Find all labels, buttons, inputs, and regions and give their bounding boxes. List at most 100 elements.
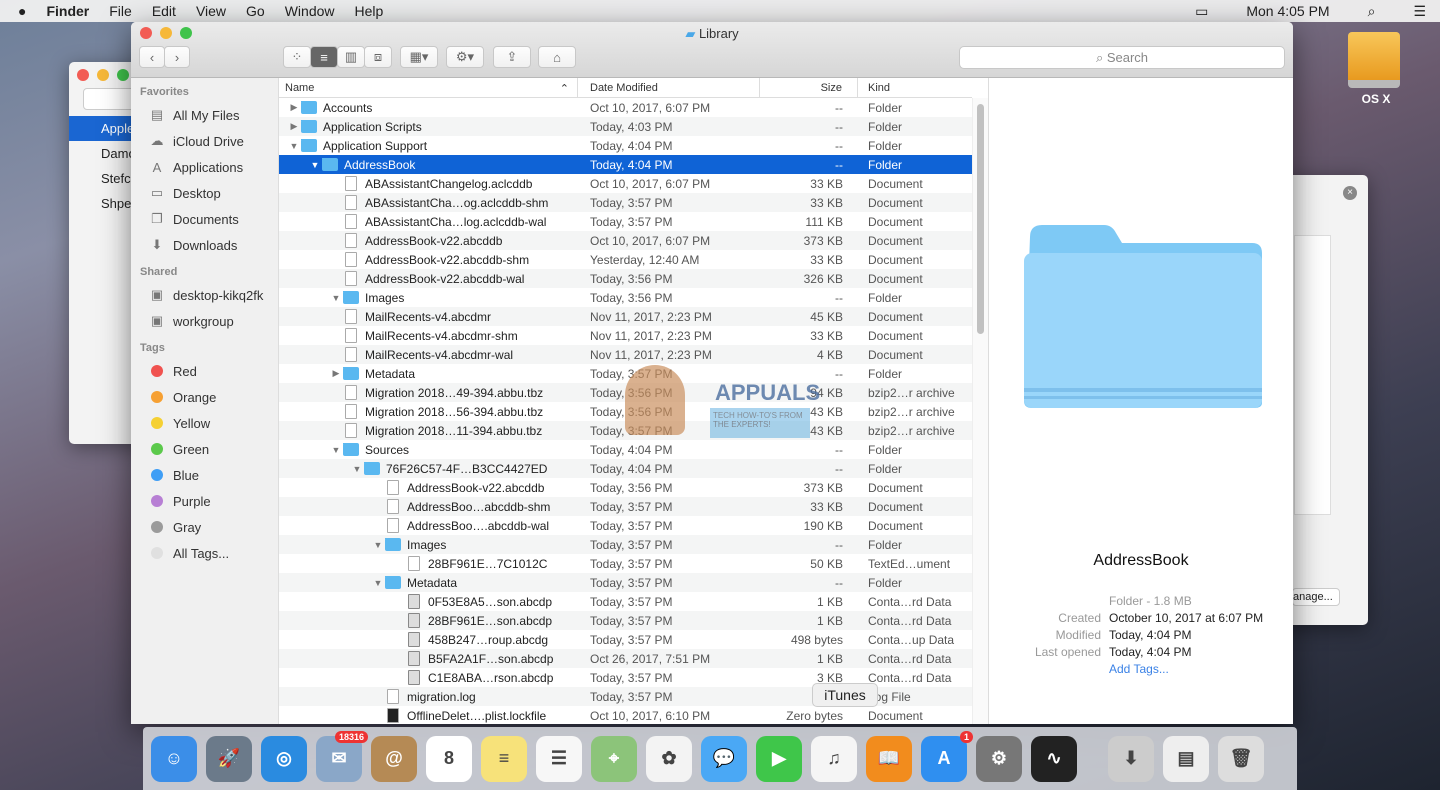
disclosure-triangle-icon[interactable]: ▼ [371,578,385,588]
column-date[interactable]: Date Modified [578,78,760,97]
table-row[interactable]: ABAssistantCha…log.aclcddb-walToday, 3:5… [279,212,972,231]
dock-mail[interactable]: ✉18316 [316,736,362,782]
table-row[interactable]: 0F53E8A5…son.abcdpToday, 3:57 PM1 KBCont… [279,592,972,611]
dock-trash[interactable]: 🗑 [1218,736,1264,782]
action-gear-button[interactable]: ⚙▾ [446,46,484,68]
dock-facetime[interactable]: ▶ [756,736,802,782]
table-row[interactable]: B5FA2A1F…son.abcdpOct 26, 2017, 7:51 PM1… [279,649,972,668]
dock-finder[interactable]: ☺ [151,736,197,782]
menu-finder[interactable]: Finder [46,3,89,19]
table-row[interactable]: ▼ImagesToday, 3:56 PM--Folder [279,288,972,307]
add-tags-link[interactable]: Add Tags... [1109,662,1169,679]
menu-file[interactable]: File [109,3,132,19]
table-row[interactable]: AddressBook-v22.abcddb-shmYesterday, 12:… [279,250,972,269]
arrange-button[interactable]: ▦▾ [400,46,438,68]
dock-messages[interactable]: 💬 [701,736,747,782]
coverflow-view-button[interactable]: ⧈ [364,46,392,68]
sidebar-item[interactable]: Orange [131,384,278,410]
disclosure-triangle-icon[interactable]: ▼ [371,540,385,550]
table-row[interactable]: ▼SourcesToday, 4:04 PM--Folder [279,440,972,459]
dock-launchpad[interactable]: 🚀 [206,736,252,782]
table-row[interactable]: 28BF961E…7C1012CToday, 3:57 PM50 KBTextE… [279,554,972,573]
disclosure-triangle-icon[interactable]: ▼ [308,160,322,170]
dock-photos[interactable]: ✿ [646,736,692,782]
table-row[interactable]: 458B247…roup.abcdgToday, 3:57 PM498 byte… [279,630,972,649]
airplay-icon[interactable]: ▭ [1195,3,1208,20]
sidebar-item[interactable]: Red [131,358,278,384]
disclosure-triangle-icon[interactable]: ▼ [329,293,343,303]
spotlight-icon[interactable]: ⌕ [1368,3,1376,20]
menu-help[interactable]: Help [355,3,384,19]
dock-activity-monitor[interactable]: ∿ [1031,736,1077,782]
table-row[interactable]: 28BF961E…son.abcdpToday, 3:57 PM1 KBCont… [279,611,972,630]
table-row[interactable]: MailRecents-v4.abcdmrNov 11, 2017, 2:23 … [279,307,972,326]
sidebar-item[interactable]: Yellow [131,410,278,436]
table-row[interactable]: ▶AccountsOct 10, 2017, 6:07 PM--Folder [279,98,972,117]
table-row[interactable]: AddressBoo…abcddb-shmToday, 3:57 PM33 KB… [279,497,972,516]
column-name[interactable]: Name⌃ [279,78,578,97]
table-row[interactable]: ▼ImagesToday, 3:57 PM--Folder [279,535,972,554]
disclosure-triangle-icon[interactable]: ▶ [287,121,301,132]
tag-button[interactable]: ⌂ [538,46,576,68]
dock-document-stack[interactable]: ▤ [1163,736,1209,782]
sidebar-item[interactable]: Gray [131,514,278,540]
menu-window[interactable]: Window [285,3,335,19]
table-row[interactable]: OfflineDelet….plist.lockfileOct 10, 2017… [279,706,972,724]
sidebar-item[interactable]: ▭Desktop [131,180,278,206]
dock-contacts[interactable]: @ [371,736,417,782]
sidebar-item[interactable]: Blue [131,462,278,488]
sidebar-item[interactable]: ❐Documents [131,206,278,232]
sidebar-item[interactable]: ⬇Downloads [131,232,278,258]
dock-maps[interactable]: ⌖ [591,736,637,782]
dock-downloads-stack[interactable]: ⬇ [1108,736,1154,782]
table-row[interactable]: ABAssistantCha…og.aclcddb-shmToday, 3:57… [279,193,972,212]
column-size[interactable]: Size [760,78,858,97]
manage-button[interactable]: anage... [1292,588,1340,606]
dock-notes[interactable]: ≡ [481,736,527,782]
sidebar-item[interactable]: All Tags... [131,540,278,566]
disclosure-triangle-icon[interactable]: ▼ [329,445,343,455]
desktop-drive[interactable]: OS X [1348,32,1404,106]
disclosure-triangle-icon[interactable]: ▶ [287,102,301,113]
background-window-right[interactable]: × anage... [1280,175,1368,625]
table-row[interactable]: ▼MetadataToday, 3:57 PM--Folder [279,573,972,592]
table-row[interactable]: AddressBook-v22.abcddbToday, 3:56 PM373 … [279,478,972,497]
dock-calendar[interactable]: 8 [426,736,472,782]
sidebar-item[interactable]: AApplications [131,154,278,180]
column-view-button[interactable]: ▥ [337,46,365,68]
disclosure-triangle-icon[interactable]: ▼ [350,464,364,474]
close-icon[interactable]: × [1343,186,1357,200]
search-input[interactable]: ⌕ Search [959,46,1285,69]
sidebar-item[interactable]: Green [131,436,278,462]
table-row[interactable]: ▼76F26C57-4F…B3CC4427EDToday, 4:04 PM--F… [279,459,972,478]
table-row[interactable]: AddressBook-v22.abcddbOct 10, 2017, 6:07… [279,231,972,250]
dock-system-preferences[interactable]: ⚙ [976,736,1022,782]
table-row[interactable]: AddressBoo….abcddb-walToday, 3:57 PM190 … [279,516,972,535]
dock-safari[interactable]: ◎ [261,736,307,782]
dock-reminders[interactable]: ☰ [536,736,582,782]
table-row[interactable]: MailRecents-v4.abcdmr-shmNov 11, 2017, 2… [279,326,972,345]
sidebar-item[interactable]: ▤All My Files [131,102,278,128]
sidebar-item[interactable]: ▣desktop-kikq2fk [131,282,278,308]
table-row[interactable]: AddressBook-v22.abcddb-walToday, 3:56 PM… [279,269,972,288]
notification-center-icon[interactable]: ☰ [1413,3,1426,20]
apple-icon[interactable]: ● [18,3,26,19]
scrollbar-thumb[interactable] [977,104,984,334]
dock-app-store[interactable]: A1 [921,736,967,782]
sidebar-item[interactable]: ☁iCloud Drive [131,128,278,154]
menu-edit[interactable]: Edit [152,3,176,19]
table-row[interactable]: ▶Application ScriptsToday, 4:03 PM--Fold… [279,117,972,136]
icon-view-button[interactable]: ⁘ [283,46,311,68]
table-row[interactable]: ABAssistantChangelog.aclcddbOct 10, 2017… [279,174,972,193]
dock-ibooks[interactable]: 📖 [866,736,912,782]
back-button[interactable]: ‹ [139,46,165,68]
dock-itunes[interactable]: ♫ [811,736,857,782]
table-row[interactable]: ▼Application SupportToday, 4:04 PM--Fold… [279,136,972,155]
menu-go[interactable]: Go [246,3,265,19]
share-button[interactable]: ⇪ [493,46,531,68]
menu-view[interactable]: View [196,3,226,19]
list-view-button[interactable]: ≡ [310,46,338,68]
sidebar-item[interactable]: Purple [131,488,278,514]
column-kind[interactable]: Kind [858,78,972,97]
table-row[interactable]: ▼AddressBookToday, 4:04 PM--Folder [279,155,972,174]
